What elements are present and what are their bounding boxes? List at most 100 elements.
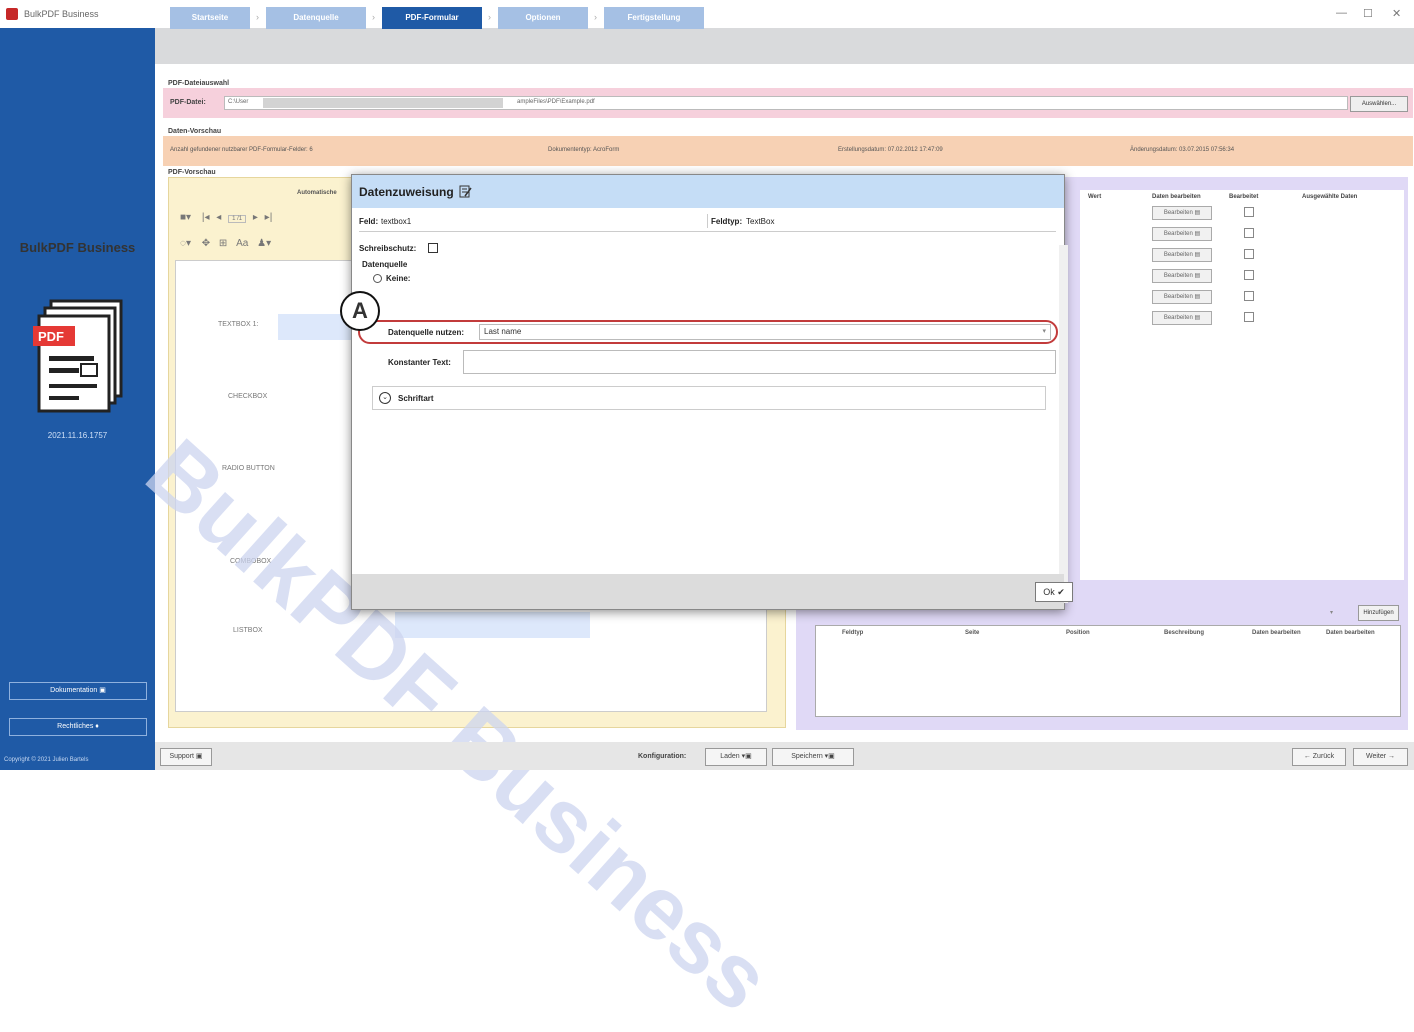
- svg-text:PDF: PDF: [38, 329, 64, 344]
- col-daten-bearbeiten-1: Daten bearbeiten: [1252, 630, 1301, 636]
- pdf-file-path-input[interactable]: C:\User ampleFiles\PDF\Example.pdf: [224, 96, 1348, 110]
- col-ausgewaehlte-daten: Ausgewählte Daten: [1302, 194, 1358, 200]
- dialog-scrollbar[interactable]: [1059, 245, 1068, 603]
- load-button[interactable]: Laden ▾▣: [705, 748, 767, 766]
- edited-checkbox[interactable]: [1244, 228, 1254, 238]
- dropdown-caret-icon[interactable]: ▾: [1330, 609, 1333, 616]
- pdf-file-label: PDF-Datei:: [170, 99, 206, 106]
- expand-chevron-icon: ⌄: [379, 392, 391, 404]
- col-position: Position: [1066, 630, 1090, 636]
- col-daten-bearbeiten-2: Daten bearbeiten: [1326, 630, 1375, 636]
- fieldtype-value: TextBox: [746, 217, 775, 226]
- back-button[interactable]: ← Zurück: [1292, 748, 1346, 766]
- maximize-icon[interactable]: ☐: [1363, 7, 1373, 20]
- last-page-icon[interactable]: ▸|: [265, 212, 273, 223]
- choose-file-button[interactable]: Auswählen...: [1350, 96, 1408, 112]
- legal-label: Rechtliches: [57, 723, 94, 730]
- edit-button[interactable]: Bearbeiten ▤: [1152, 269, 1212, 283]
- col-bearbeitet: Bearbeitet: [1229, 194, 1259, 200]
- edited-checkbox[interactable]: [1244, 291, 1254, 301]
- font-label: Schriftart: [398, 394, 434, 403]
- field-label: Feld:: [359, 217, 379, 226]
- edit-label: Bearbeiten: [1163, 273, 1193, 279]
- save-config-button[interactable]: Speichern ▾▣: [772, 748, 854, 766]
- step-optionen[interactable]: Optionen: [498, 7, 588, 29]
- config-label: Konfiguration:: [638, 753, 687, 760]
- wizard-steps: [155, 28, 1414, 64]
- dialog-header: Datenzuweisung: [352, 175, 1064, 208]
- constant-text-label: Konstanter Text:: [388, 358, 451, 367]
- minimize-icon[interactable]: —: [1336, 7, 1347, 19]
- data-preview-title: Daten-Vorschau: [168, 128, 222, 135]
- readonly-label: Schreibschutz:: [359, 244, 417, 253]
- support-button[interactable]: Support ▣: [160, 748, 212, 766]
- edit-label: Bearbeiten: [1163, 231, 1193, 237]
- prev-page-icon[interactable]: ◂: [216, 212, 221, 223]
- pdf-preview-title: PDF-Vorschau: [168, 169, 216, 176]
- none-radio[interactable]: [373, 274, 382, 283]
- dialog-footer: [352, 574, 1064, 609]
- divider: [359, 231, 1056, 232]
- readonly-checkbox[interactable]: [428, 243, 438, 253]
- data-assignment-dialog: Datenzuweisung Feld: textbox1 Feldtyp: T…: [351, 174, 1068, 610]
- edit-button[interactable]: Bearbeiten ▤: [1152, 248, 1212, 262]
- support-label: Support: [169, 753, 194, 760]
- next-button[interactable]: Weiter →: [1353, 748, 1408, 766]
- file-section-title: PDF-Dateiauswahl: [168, 80, 230, 87]
- text-icon[interactable]: Aa: [236, 238, 248, 249]
- documentation-label: Dokumentation: [50, 687, 98, 694]
- legal-button[interactable]: Rechtliches ♦: [9, 718, 147, 736]
- step-separator: ›: [594, 12, 597, 22]
- move-icon[interactable]: ✥: [202, 238, 210, 249]
- col-wert: Wert: [1088, 194, 1102, 200]
- fields-found: Anzahl gefundener nutzbarer PDF-Formular…: [170, 147, 313, 153]
- user-icon[interactable]: ♟▾: [257, 238, 271, 249]
- textbox-label: TEXTBOX 1:: [218, 321, 259, 328]
- edit-button[interactable]: Bearbeiten ▤: [1152, 227, 1212, 241]
- edited-checkbox[interactable]: [1244, 312, 1254, 322]
- edit-button[interactable]: Bearbeiten ▤: [1152, 311, 1212, 325]
- documentation-button[interactable]: Dokumentation ▣: [9, 682, 147, 700]
- datasource-selected: Last name: [484, 327, 522, 336]
- datasource-select[interactable]: Last name ▾: [479, 324, 1051, 340]
- chevron-down-icon: ▾: [1042, 328, 1046, 335]
- add-button[interactable]: Hinzufügen: [1358, 605, 1399, 621]
- creation-date: Erstellungsdatum: 07.02.2012 17:47:09: [838, 147, 943, 153]
- ok-label: Ok: [1043, 587, 1055, 597]
- next-page-icon[interactable]: ▸: [253, 212, 258, 223]
- redacted-path: [263, 98, 503, 108]
- field-value: textbox1: [381, 217, 412, 226]
- edited-checkbox[interactable]: [1244, 249, 1254, 259]
- edit-label: Bearbeiten: [1163, 252, 1193, 258]
- edited-checkbox[interactable]: [1244, 270, 1254, 280]
- page-indicator[interactable]: 1 /1: [228, 215, 247, 223]
- callout-marker: A: [340, 291, 380, 331]
- step-fertigstellung[interactable]: Fertigstellung: [604, 7, 704, 29]
- edited-checkbox[interactable]: [1244, 207, 1254, 217]
- fit-icon[interactable]: ⊞: [219, 238, 227, 249]
- document-type: Dokumententyp: AcroForm: [548, 147, 620, 153]
- listbox-label: LISTBOX: [233, 627, 263, 634]
- rotate-icon[interactable]: ◌▾: [180, 238, 191, 249]
- copyright: Copyright © 2021 Julien Bartels: [4, 757, 89, 763]
- ok-button[interactable]: Ok ✔: [1035, 582, 1073, 602]
- none-label: Keine:: [386, 274, 411, 283]
- constant-text-input[interactable]: [463, 350, 1056, 374]
- dialog-body: Feld: textbox1 Feldtyp: TextBox Schreibs…: [352, 208, 1068, 603]
- pdf-path-start: C:\User: [228, 99, 249, 105]
- pdf-document-icon: PDF: [33, 299, 123, 413]
- step-startseite[interactable]: Startseite: [170, 7, 250, 29]
- modification-date: Änderungsdatum: 03.07.2015 07:56:34: [1130, 147, 1235, 153]
- col-beschreibung: Beschreibung: [1164, 630, 1205, 636]
- edit-button[interactable]: Bearbeiten ▤: [1152, 290, 1212, 304]
- close-icon[interactable]: ✕: [1392, 7, 1401, 20]
- step-datenquelle[interactable]: Datenquelle: [266, 7, 366, 29]
- brand-name: BulkPDF Business: [19, 240, 136, 255]
- document-icon[interactable]: ■▾: [180, 212, 191, 223]
- step-pdf-formular[interactable]: PDF-Formular: [382, 7, 482, 29]
- constant-text-value: [464, 352, 468, 361]
- first-page-icon[interactable]: |◂: [202, 212, 210, 223]
- edit-button[interactable]: Bearbeiten ▤: [1152, 206, 1212, 220]
- datasource-group-label: Datenquelle: [362, 260, 408, 269]
- font-expander[interactable]: ⌄ Schriftart: [372, 386, 1046, 410]
